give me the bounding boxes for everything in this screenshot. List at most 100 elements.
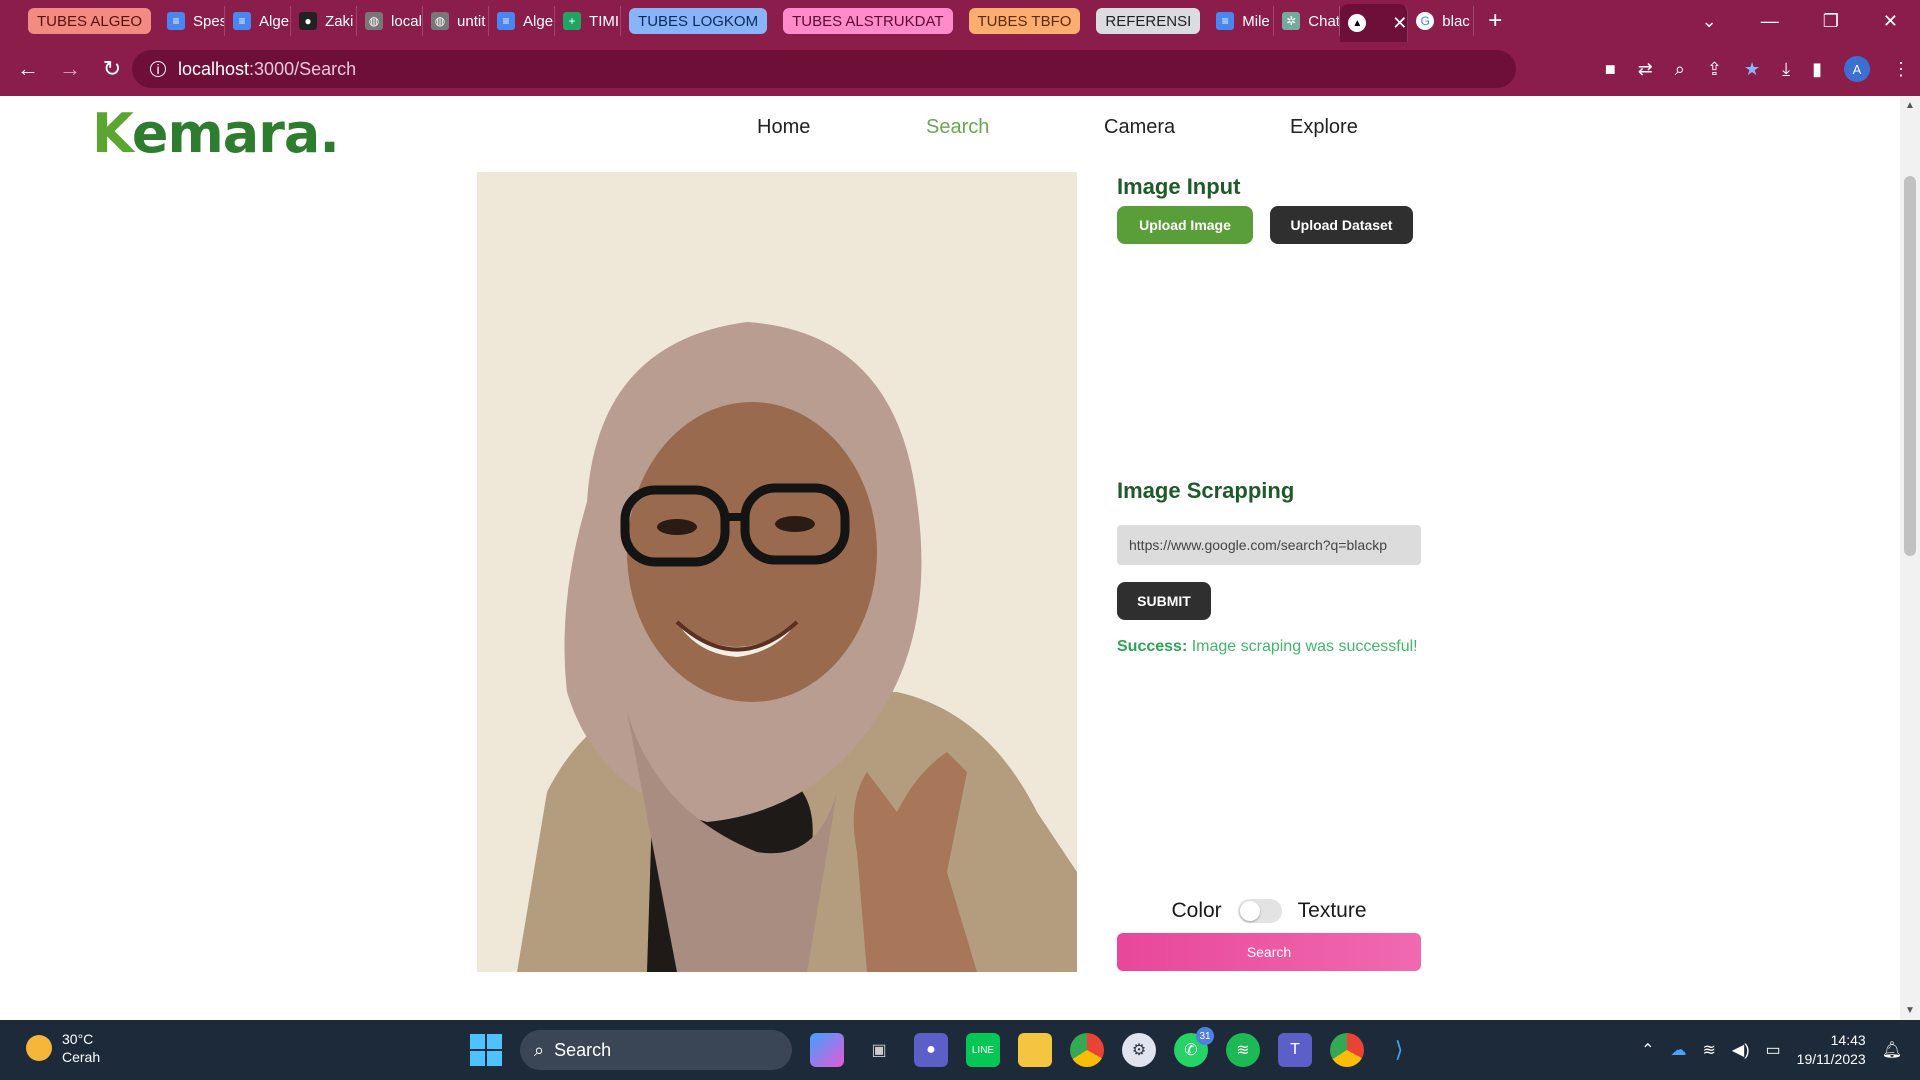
tab-title: Alge [523, 12, 554, 30]
restore-icon[interactable]: ❐ [1823, 11, 1839, 32]
forward-icon[interactable]: → [50, 49, 90, 89]
tab-group[interactable]: TUBES ALSTRUKDAT [783, 8, 953, 34]
taskbar-apps: ⌕ Search ▣ ● LINE ⚙ ✆ 31 ≋ T ⟩ [470, 1027, 1416, 1072]
scrape-url-input[interactable] [1117, 525, 1421, 565]
clock[interactable]: 14:43 19/11/2023 [1797, 1031, 1866, 1069]
tab-close-icon[interactable]: ✕ [1392, 13, 1407, 34]
tab-title: Mile [1242, 12, 1270, 30]
line-icon[interactable]: LINE [966, 1033, 1000, 1067]
tab-title: untit [457, 12, 486, 30]
submit-button[interactable]: SUBMIT [1117, 582, 1211, 620]
browser-tab[interactable]: Gblac [1408, 6, 1475, 36]
texture-label: Texture [1297, 899, 1367, 922]
copilot-icon[interactable] [810, 1033, 844, 1067]
browser-tab[interactable]: ◍ local [357, 6, 424, 36]
zoom-icon[interactable]: ⌕ [1675, 59, 1685, 80]
doc-icon: ≡ [1216, 12, 1235, 30]
windows-start-icon[interactable] [470, 1034, 502, 1066]
volume-icon[interactable]: ◀) [1732, 1040, 1750, 1060]
upload-image-button[interactable]: Upload Image [1117, 206, 1253, 244]
window-controls: ⌄ — ❐ ✕ [1702, 0, 1920, 42]
bookmark-star-icon[interactable]: ★ [1744, 59, 1760, 80]
omnibox[interactable]: i localhost:3000/Search [132, 50, 1516, 88]
tab-title: blac [1442, 12, 1470, 30]
tray-expand-icon[interactable]: ⌃ [1641, 1040, 1654, 1060]
wifi-icon[interactable]: ≋ [1702, 1040, 1715, 1060]
menu-icon[interactable]: ⋮ [1892, 59, 1910, 80]
toggle-knob [1239, 901, 1260, 921]
tab-title: Chat [1308, 12, 1340, 30]
browser-tab[interactable]: ≡ Mile [1208, 6, 1275, 36]
share-icon[interactable]: ⇪ [1707, 59, 1722, 80]
browser-tab[interactable]: ● Zaki [291, 6, 358, 36]
close-icon[interactable]: ✕ [1883, 11, 1898, 32]
minimize-icon[interactable]: — [1761, 11, 1779, 32]
reload-icon[interactable]: ↻ [92, 49, 132, 89]
active-tab[interactable]: ▲ ✕ [1340, 4, 1409, 42]
browser-tab[interactable]: ✲ Chat [1274, 6, 1341, 36]
tab-group[interactable]: REFERENSI [1096, 8, 1201, 34]
upload-dataset-button[interactable]: Upload Dataset [1270, 206, 1413, 244]
app-badge-icon[interactable]: ⚙ [1122, 1033, 1156, 1067]
vscode-icon[interactable]: ⟩ [1382, 1033, 1416, 1067]
translate-icon[interactable]: ⇄ [1638, 59, 1653, 80]
download-icon[interactable]: ⤓ [1782, 59, 1790, 80]
portrait-photo [477, 172, 1077, 972]
browser-tab[interactable]: ◍ untit [423, 6, 490, 36]
browser-tab[interactable]: ≡ Alge [489, 6, 556, 36]
uploaded-image-preview [477, 172, 1077, 972]
address-bar-row: ← → ↻ i localhost:3000/Search ■ ⇄ ⌕ ⇪ ★ … [0, 42, 1920, 96]
battery-icon[interactable]: ▭ [1766, 1040, 1781, 1060]
nav-camera[interactable]: Camera [1104, 116, 1175, 139]
scrollbar-thumb[interactable] [1904, 176, 1916, 556]
color-label: Color [1171, 899, 1222, 922]
tab-title: local [391, 12, 422, 30]
notification-bell-icon[interactable]: 🔔︎ [1882, 1040, 1902, 1060]
tab-group[interactable]: TUBES TBFO [968, 8, 1081, 34]
task-view-icon[interactable]: ▣ [862, 1033, 896, 1067]
browser-tab[interactable]: + TIMI [555, 6, 622, 36]
weather-widget[interactable]: 30°C Cerah [26, 1030, 100, 1066]
scroll-up-icon[interactable]: ▲ [1900, 100, 1920, 111]
browser-tab[interactable]: ≡ Spes [159, 6, 226, 36]
weather-sun-icon [26, 1035, 52, 1061]
search-icon: ⌕ [534, 1039, 545, 1060]
profile-avatar[interactable]: A [1844, 56, 1870, 82]
color-texture-toggle[interactable] [1237, 899, 1282, 923]
doc-icon: ≡ [497, 12, 516, 30]
tab-group[interactable]: TUBES LOGKOM [629, 8, 768, 34]
nav-explore[interactable]: Explore [1290, 116, 1358, 139]
page-viewport: Kemara. Home Search Camera Explore Image… [0, 96, 1900, 1020]
side-panel-icon[interactable]: ▮ [1812, 59, 1822, 80]
nav-home[interactable]: Home [757, 116, 810, 139]
chrome-active-icon[interactable] [1330, 1033, 1364, 1067]
new-tab-icon[interactable]: + [1488, 7, 1502, 35]
chrome-icon[interactable] [1070, 1033, 1104, 1067]
tab-group[interactable]: TUBES ALGEO [28, 8, 152, 34]
tab-search-icon[interactable]: ⌄ [1702, 11, 1717, 32]
globe-icon: ◍ [431, 12, 450, 30]
whatsapp-icon[interactable]: ✆ 31 [1174, 1027, 1214, 1067]
browser-tab[interactable]: ≡ Alge [225, 6, 292, 36]
nav-search[interactable]: Search [926, 116, 989, 139]
onedrive-icon[interactable]: ☁ [1670, 1040, 1686, 1060]
doc-icon: ≡ [233, 12, 252, 30]
site-info-icon[interactable]: i [150, 61, 166, 77]
meet-icon[interactable]: ● [914, 1033, 948, 1067]
url-text[interactable]: localhost:3000/Search [178, 59, 356, 80]
teams-icon[interactable]: T [1278, 1033, 1312, 1067]
file-explorer-icon[interactable] [1018, 1033, 1052, 1067]
camera-indicator-icon[interactable]: ■ [1605, 59, 1616, 80]
spotify-icon[interactable]: ≋ [1226, 1033, 1260, 1067]
success-message: Success: Image scraping was successful! [1117, 638, 1418, 655]
triangle-icon: ▲ [1348, 14, 1367, 32]
search-button[interactable]: Search [1117, 933, 1421, 971]
page-scrollbar[interactable]: ▲ ▼ [1900, 96, 1920, 1020]
back-icon[interactable]: ← [8, 49, 48, 89]
scroll-down-icon[interactable]: ▼ [1900, 1005, 1920, 1016]
doc-icon: ≡ [167, 12, 186, 30]
tab-title: Alge [259, 12, 290, 30]
taskbar-search[interactable]: ⌕ Search [520, 1030, 792, 1070]
tab-title: TIMI [589, 12, 620, 30]
sheet-icon: + [563, 12, 582, 30]
